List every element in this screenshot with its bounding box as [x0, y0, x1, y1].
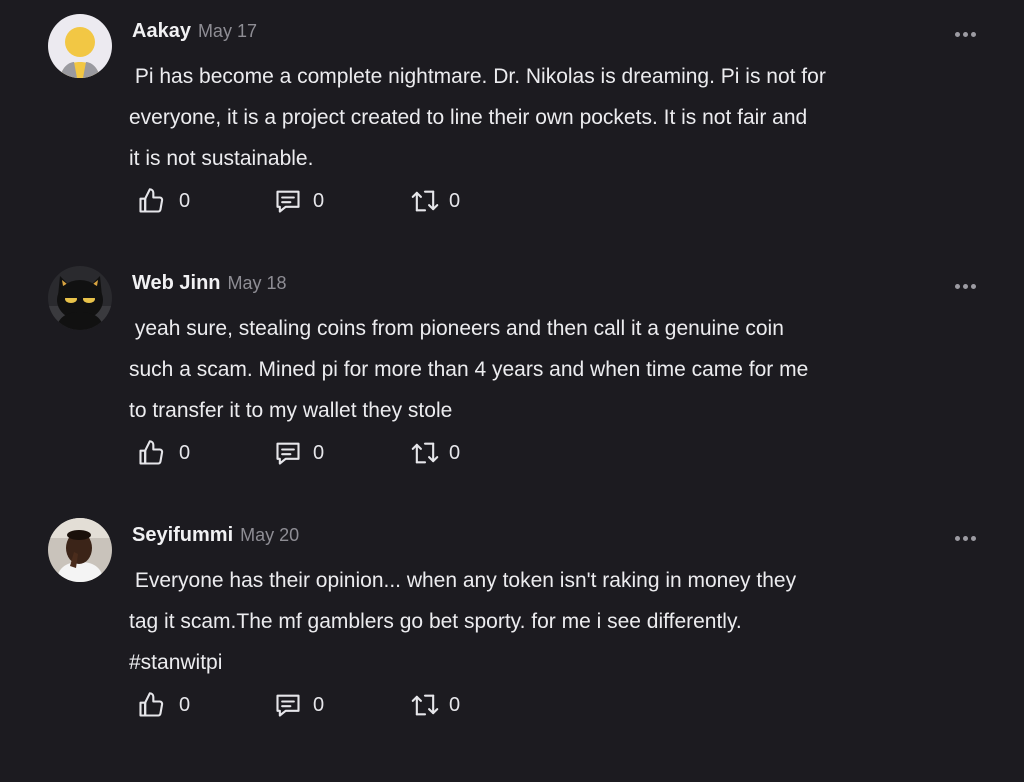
repost-icon [411, 694, 439, 716]
like-button[interactable]: 0 [137, 439, 190, 467]
repost-count: 0 [449, 693, 461, 716]
comment-text: Pi has become a complete nightmare. Dr. … [129, 65, 826, 170]
like-count: 0 [179, 189, 191, 212]
comment-header: Seyifummi May 20 [132, 524, 299, 547]
avatar[interactable] [48, 518, 112, 582]
comment-text: Everyone has their opinion... when any t… [129, 569, 797, 674]
repost-icon [411, 190, 439, 212]
repost-count: 0 [449, 441, 461, 464]
comment-header: Aakay May 17 [132, 20, 257, 43]
comment-header: Web Jinn May 18 [132, 272, 287, 295]
repost-button[interactable]: 0 [409, 187, 460, 215]
like-button[interactable]: 0 [137, 691, 190, 719]
like-count: 0 [179, 441, 191, 464]
thumbs-up-icon [139, 692, 164, 717]
comment-date: May 18 [227, 273, 287, 293]
repost-count: 0 [449, 189, 461, 212]
comment-icon [276, 694, 300, 717]
like-count: 0 [179, 693, 191, 716]
author-name[interactable]: Seyifummi [132, 524, 233, 547]
comment-icon [276, 442, 300, 465]
repost-icon [411, 442, 439, 464]
like-button[interactable]: 0 [137, 187, 190, 215]
comment-card: Web Jinn May 18 yeah sure, stealing coin… [0, 252, 1024, 504]
author-name[interactable]: Aakay [132, 20, 191, 43]
reply-button[interactable]: 0 [273, 439, 324, 467]
repost-button[interactable]: 0 [409, 691, 460, 719]
comment-text: yeah sure, stealing coins from pioneers … [129, 317, 809, 422]
reply-button[interactable]: 0 [273, 691, 324, 719]
reply-count: 0 [313, 693, 325, 716]
comment-icon [276, 190, 300, 213]
reply-count: 0 [313, 441, 325, 464]
comment-date: May 17 [197, 21, 257, 41]
comment-date: May 20 [240, 525, 300, 545]
more-options-icon[interactable] [950, 274, 980, 298]
more-options-icon[interactable] [950, 526, 980, 550]
repost-button[interactable]: 0 [409, 439, 460, 467]
thumbs-up-icon [139, 440, 164, 465]
comment-card: Seyifummi May 20 Everyone has their opin… [0, 504, 1024, 756]
reply-button[interactable]: 0 [273, 187, 324, 215]
thumbs-up-icon [139, 188, 164, 213]
author-name[interactable]: Web Jinn [132, 272, 221, 295]
avatar[interactable] [48, 266, 112, 330]
avatar[interactable] [48, 14, 112, 78]
reply-count: 0 [313, 189, 325, 212]
more-options-icon[interactable] [950, 22, 980, 46]
comment-card: Aakay May 17 Pi has become a complete ni… [0, 0, 1024, 252]
